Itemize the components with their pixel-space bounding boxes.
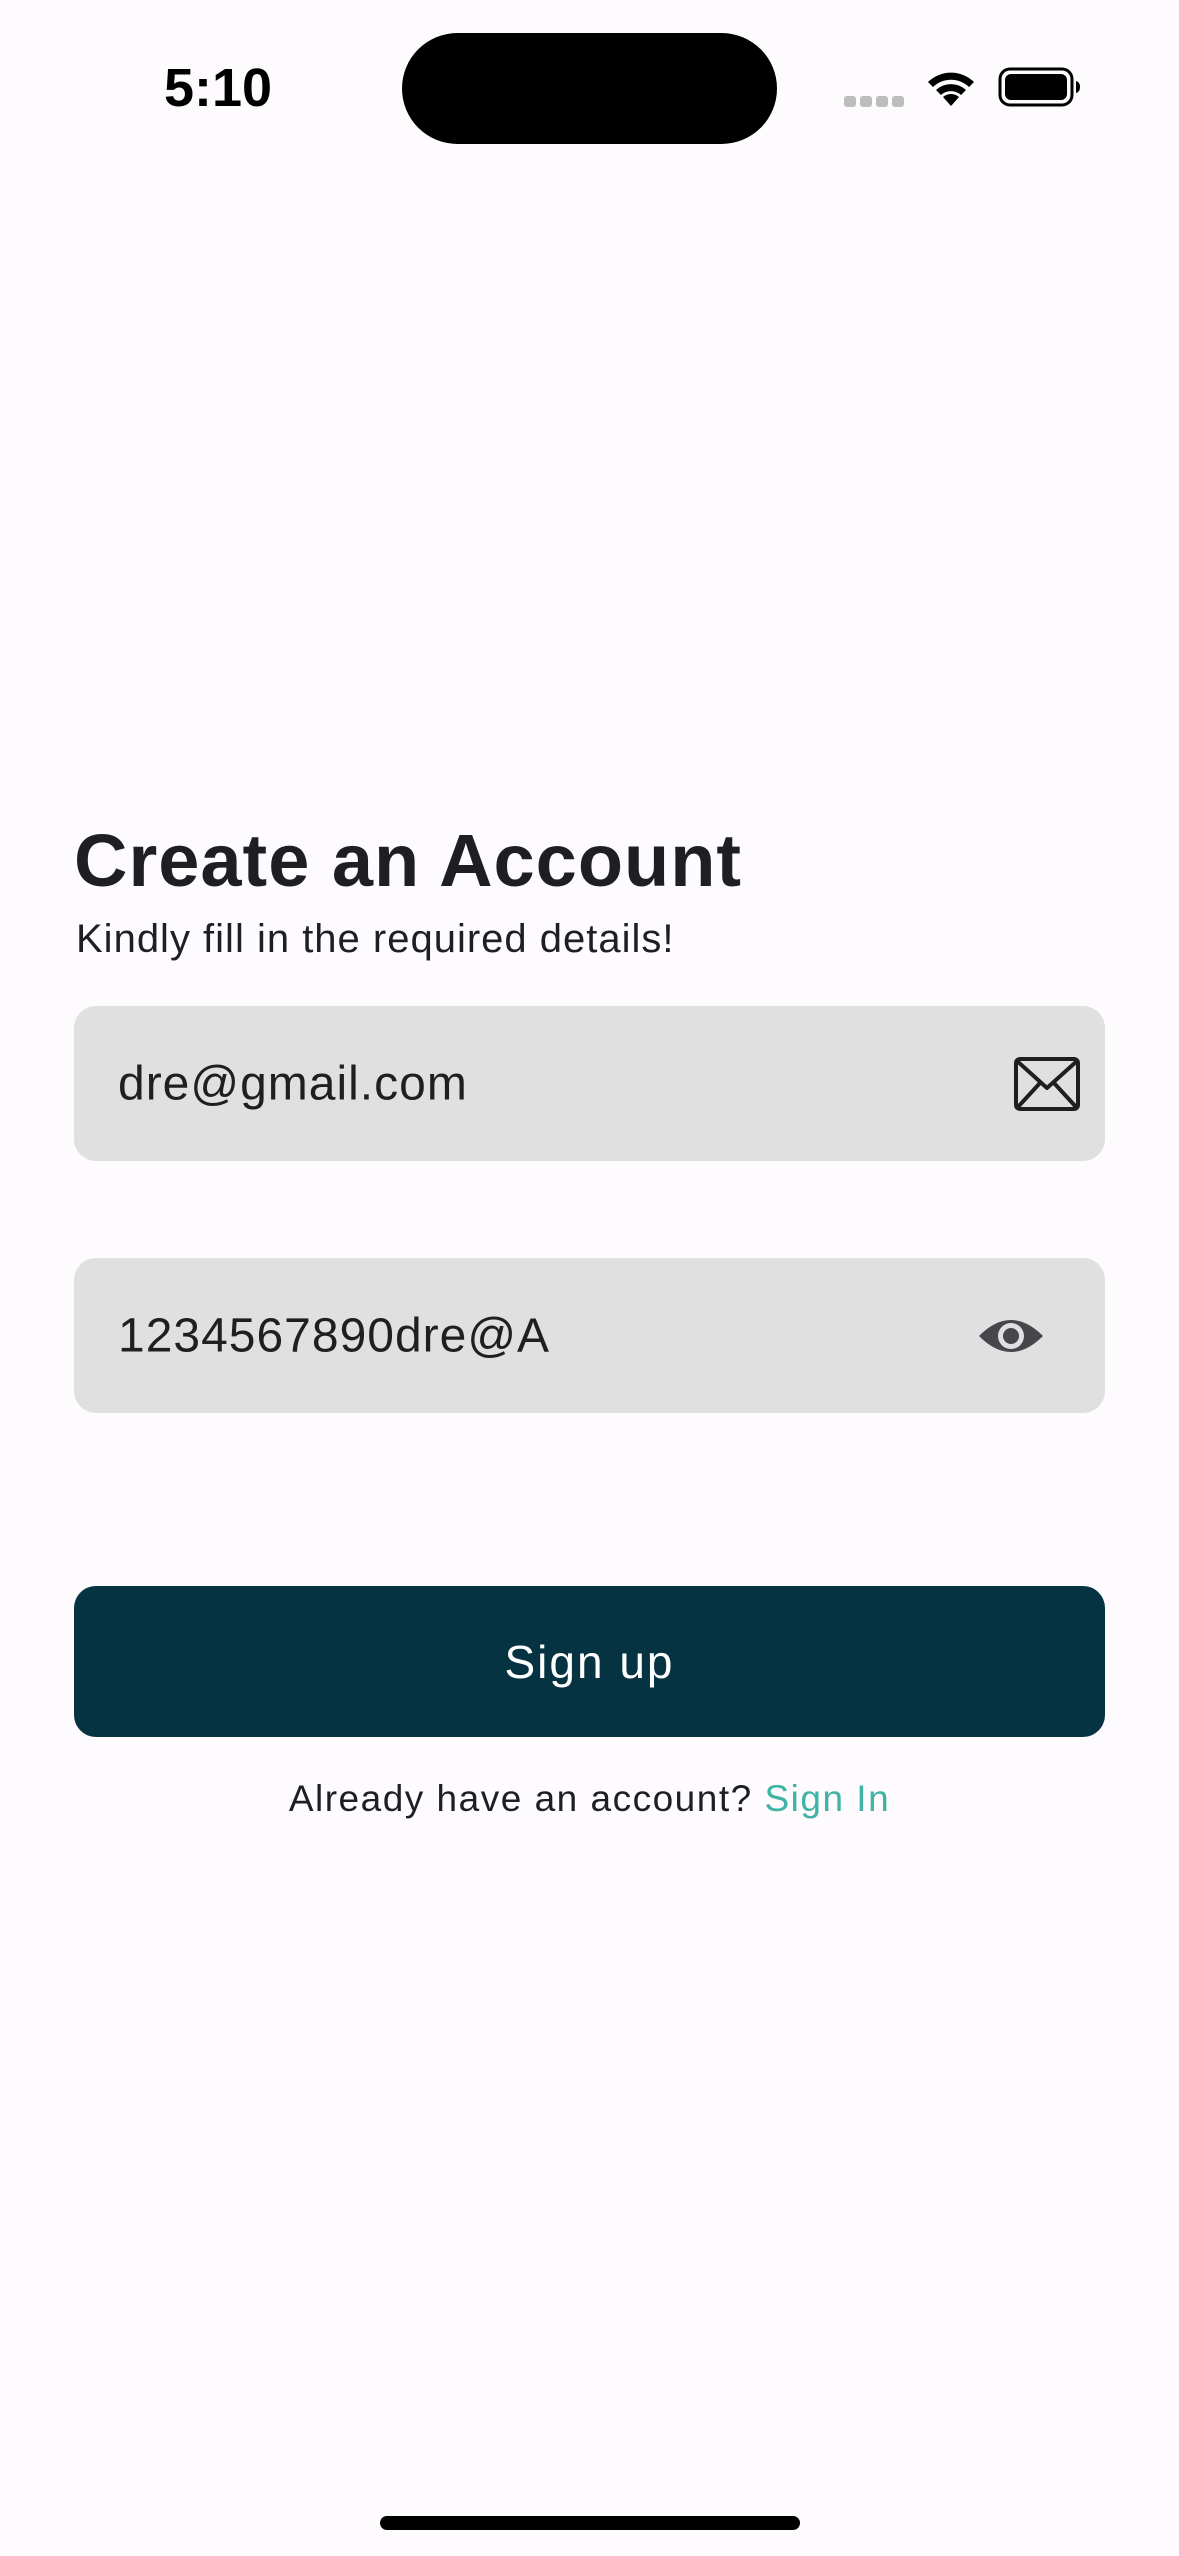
signup-button-label: Sign up (504, 1635, 675, 1688)
signin-prompt-text: Already have an account? (288, 1778, 753, 1819)
email-field[interactable]: dre@gmail.com (74, 1006, 1105, 1161)
email-field-value: dre@gmail.com (118, 1057, 468, 1110)
home-indicator[interactable] (380, 2516, 800, 2530)
signup-button[interactable]: Sign up (74, 1586, 1105, 1737)
password-field[interactable]: 1234567890dre@A (74, 1258, 1105, 1413)
signin-link[interactable]: Sign In (764, 1778, 890, 1819)
signin-prompt: Already have an account? Sign In (0, 1774, 1179, 1824)
cellular-signal-icon (844, 94, 906, 108)
wifi-icon (928, 72, 974, 106)
page-title: Create an Account (74, 819, 743, 902)
password-field-value: 1234567890dre@A (118, 1309, 551, 1362)
page-subtitle: Kindly fill in the required details! (76, 917, 675, 961)
dynamic-island (402, 33, 777, 144)
status-time: 5:10 (164, 58, 273, 118)
battery-icon (998, 67, 1080, 107)
eye-icon[interactable] (977, 1312, 1045, 1360)
mail-icon (1014, 1056, 1080, 1111)
